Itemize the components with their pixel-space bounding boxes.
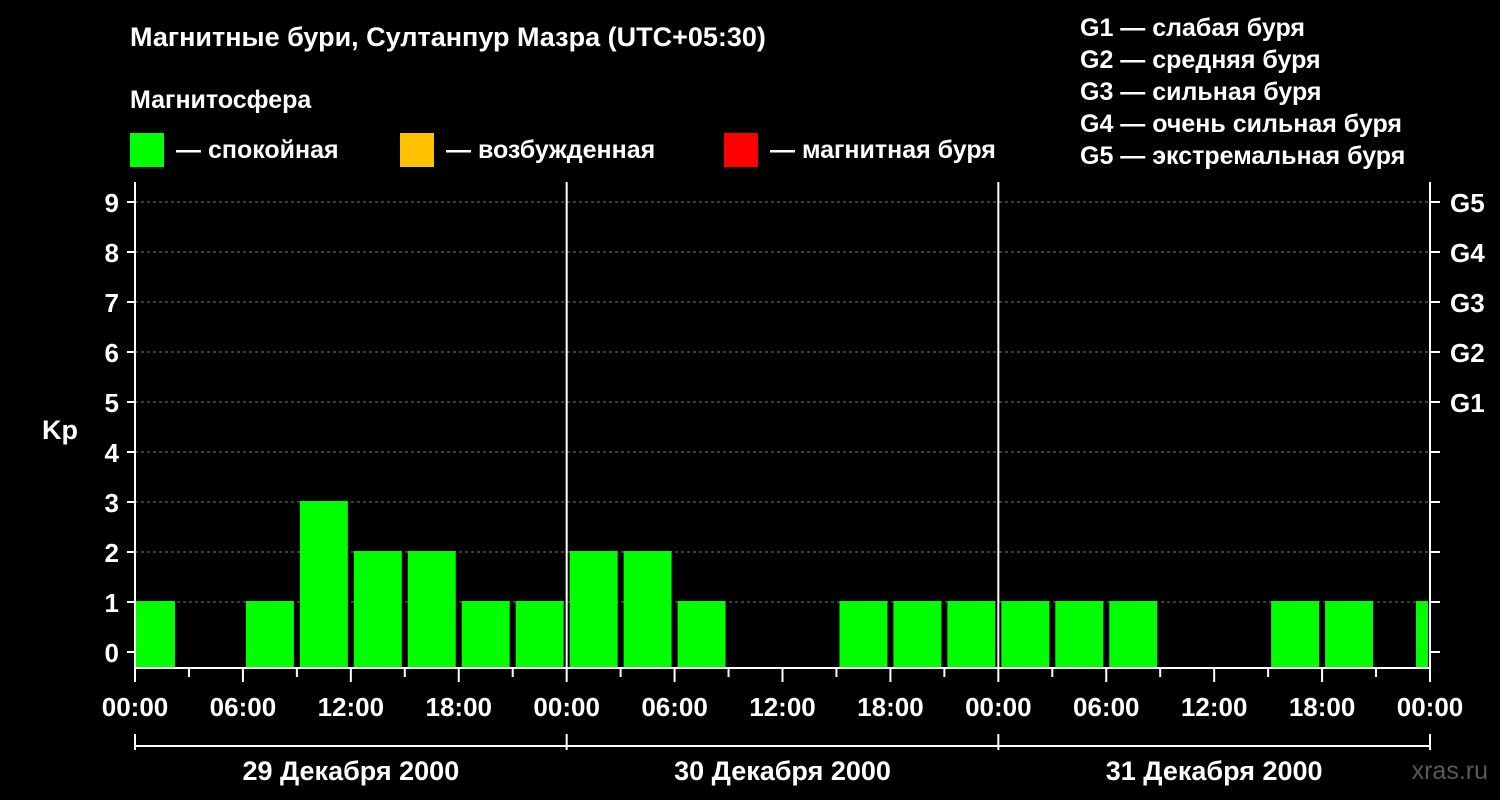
- kp-bar-18: [1109, 601, 1158, 668]
- y-tick-label-1: 1: [105, 588, 119, 618]
- y-tick-label-7: 7: [105, 288, 119, 318]
- g-tick-label-g1: G1: [1450, 388, 1485, 418]
- kp-bar-13: [839, 601, 888, 668]
- g-tick-label-g5: G5: [1450, 188, 1485, 218]
- kp-bar-7: [515, 601, 564, 668]
- x-tick-label-11: 18:00: [1289, 692, 1356, 722]
- kp-bar-2: [245, 601, 294, 668]
- x-tick-label-3: 18:00: [426, 692, 493, 722]
- y-tick-label-3: 3: [105, 488, 119, 518]
- x-tick-label-5: 06:00: [641, 692, 708, 722]
- y-tick-label-0: 0: [105, 638, 119, 668]
- g-tick-label-g2: G2: [1450, 338, 1485, 368]
- x-tick-label-1: 06:00: [210, 692, 277, 722]
- kp-bar-5: [407, 551, 456, 668]
- kp-bar-6: [461, 601, 510, 668]
- x-tick-label-2: 12:00: [318, 692, 385, 722]
- kp-bar-9: [623, 551, 672, 668]
- kp-bar-21: [1271, 601, 1320, 668]
- watermark: xras.ru: [1411, 757, 1488, 785]
- g-tick-label-g4: G4: [1450, 238, 1485, 268]
- x-tick-label-8: 00:00: [965, 692, 1032, 722]
- y-tick-label-8: 8: [105, 238, 119, 268]
- x-tick-label-7: 18:00: [857, 692, 924, 722]
- y-tick-label-4: 4: [105, 438, 120, 468]
- y-tick-label-9: 9: [105, 188, 119, 218]
- kp-bar-14: [893, 601, 942, 668]
- kp-bar-17: [1055, 601, 1104, 668]
- x-tick-label-4: 00:00: [533, 692, 600, 722]
- x-tick-label-9: 06:00: [1073, 692, 1140, 722]
- kp-bar-15: [947, 601, 996, 668]
- kp-bar-4: [353, 551, 402, 668]
- g-tick-label-g3: G3: [1450, 288, 1485, 318]
- x-tick-label-0: 00:00: [102, 692, 169, 722]
- y-tick-label-6: 6: [105, 338, 119, 368]
- kp-bar-10: [677, 601, 726, 668]
- kp-bar-0: [136, 601, 175, 668]
- kp-bar-3: [299, 501, 348, 668]
- y-tick-label-2: 2: [105, 538, 119, 568]
- x-tick-label-6: 12:00: [749, 692, 816, 722]
- y-tick-label-5: 5: [105, 388, 119, 418]
- kp-bar-16: [1001, 601, 1050, 668]
- x-tick-label-12: 00:00: [1397, 692, 1464, 722]
- day-label-0: 29 Декабря 2000: [242, 756, 459, 786]
- kp-bar-23: [1416, 601, 1428, 668]
- kp-bar-8: [569, 551, 618, 668]
- kp-bar-22: [1325, 601, 1374, 668]
- day-label-1: 30 Декабря 2000: [674, 756, 891, 786]
- x-tick-label-10: 12:00: [1181, 692, 1248, 722]
- day-label-2: 31 Декабря 2000: [1106, 756, 1323, 786]
- kp-bar-chart: 0 1 2 3 4 5 6 7 8 9 G1 G2 G3 G4 G5 Kp 00:00 06:00 12:00 18:…: [42, 182, 1485, 786]
- y-axis-label: Kp: [42, 415, 78, 445]
